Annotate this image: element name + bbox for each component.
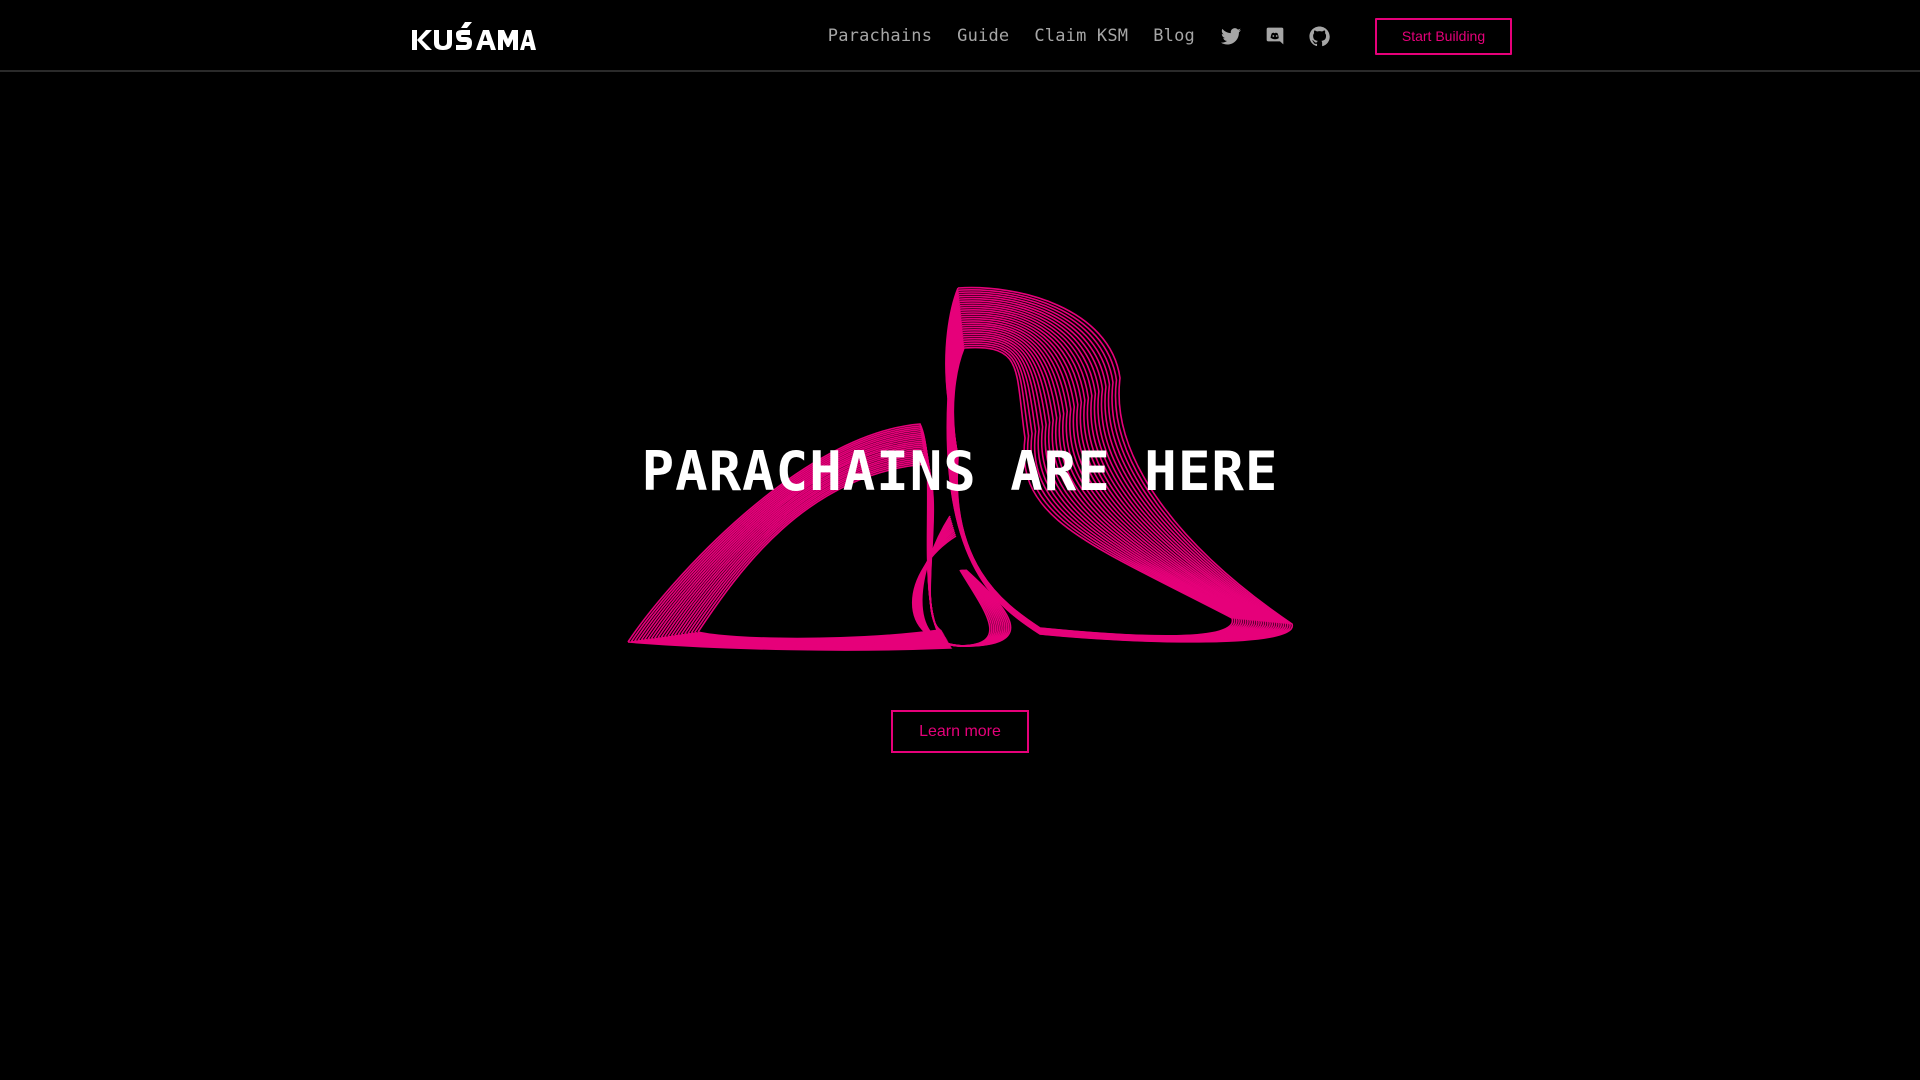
- nav-link-claim-ksm[interactable]: Claim KSM: [1034, 26, 1128, 46]
- nav-link-blog[interactable]: Blog: [1153, 26, 1195, 46]
- kusama-wordmark-icon: [412, 22, 536, 50]
- main-nav: Parachains Guide Claim KSM Blog Start Bu…: [828, 0, 1512, 72]
- kusama-logo[interactable]: KUSAMA: [412, 20, 540, 56]
- github-link[interactable]: [1308, 25, 1330, 47]
- site-header: KUSAMA Parachains Guide: [0, 0, 1920, 72]
- discord-link[interactable]: [1264, 25, 1286, 47]
- twitter-icon: [1221, 27, 1241, 44]
- discord-icon: [1266, 27, 1284, 45]
- twitter-link[interactable]: [1220, 25, 1242, 47]
- start-building-button[interactable]: Start Building: [1375, 17, 1512, 55]
- nav-link-guide[interactable]: Guide: [957, 26, 1009, 46]
- hero-title: PARACHAINS ARE HERE: [641, 440, 1279, 503]
- nav-link-parachains[interactable]: Parachains: [828, 26, 932, 46]
- learn-more-button[interactable]: Learn more: [891, 710, 1029, 753]
- github-icon: [1308, 25, 1330, 46]
